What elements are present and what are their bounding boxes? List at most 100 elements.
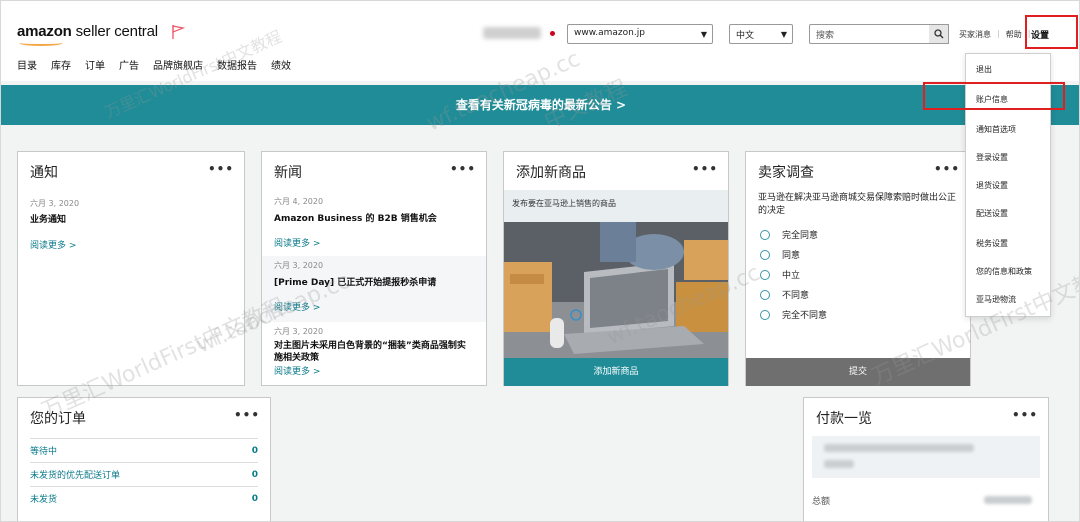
- logo-product: seller central: [71, 23, 158, 40]
- caret-down-icon: ▼: [780, 30, 787, 39]
- logo-brand: amazon: [17, 23, 72, 40]
- nav-item-advertising[interactable]: 广告: [119, 57, 139, 72]
- language-value: 中文: [736, 31, 755, 41]
- radio-button[interactable]: [760, 229, 770, 240]
- news-item: 六月 3, 2020 [Prime Day] 已正式开始提报秒杀申请 阅读更多 …: [262, 256, 486, 322]
- card-menu-button[interactable]: •••: [934, 162, 960, 176]
- notice-date: 六月 3, 2020: [30, 199, 80, 208]
- menu-item-info-and-policies[interactable]: 您的信息和政策: [976, 266, 1032, 277]
- menu-item-logout[interactable]: 退出: [976, 64, 992, 75]
- language-select[interactable]: 中文 ▼: [729, 24, 793, 44]
- menu-item-notification-preferences[interactable]: 通知首选项: [976, 124, 1016, 135]
- order-row-label: 未发货的优先配送订单: [30, 471, 121, 481]
- order-row[interactable]: 未发货的优先配送订单 0: [30, 462, 258, 486]
- survey-option[interactable]: 同意: [760, 248, 800, 261]
- survey-option-label: 完全不同意: [782, 311, 828, 321]
- add-product-button[interactable]: 添加新商品: [504, 358, 728, 386]
- payments-title: 付款一览: [816, 411, 872, 427]
- nav-item-performance[interactable]: 绩效: [271, 57, 291, 72]
- menu-item-tax-settings[interactable]: 税务设置: [976, 238, 1008, 249]
- news-item: 六月 3, 2020 对主图片未采用白色背景的“捆装”类商品强制实施相关政策 阅…: [262, 322, 486, 381]
- order-row-count: 0: [251, 445, 258, 456]
- menu-item-login-settings[interactable]: 登录设置: [976, 152, 1008, 163]
- order-row[interactable]: 等待中 0: [30, 438, 258, 462]
- orders-title: 您的订单: [30, 411, 86, 427]
- news-read-more-link[interactable]: 阅读更多 >: [274, 300, 474, 313]
- card-menu-button[interactable]: •••: [692, 162, 718, 176]
- account-info-highlight-box: [923, 82, 1065, 110]
- buyer-messages-link[interactable]: 买家消息: [959, 29, 991, 40]
- radio-button[interactable]: [760, 289, 770, 300]
- order-row-label: 未发货: [30, 495, 58, 505]
- news-item: 六月 4, 2020 Amazon Business 的 B2B 销售机会 阅读…: [262, 192, 486, 253]
- caret-down-icon: ▼: [700, 30, 707, 39]
- news-title: 新闻: [274, 165, 302, 181]
- help-link[interactable]: 帮助: [1006, 29, 1022, 40]
- marketplace-value: www.amazon.jp: [574, 28, 645, 38]
- notice-headline: 业务通知: [30, 215, 67, 225]
- flag-icon[interactable]: [171, 24, 185, 40]
- news-read-more-link[interactable]: 阅读更多 >: [274, 236, 474, 249]
- search-icon: [934, 29, 944, 39]
- survey-title: 卖家调查: [758, 165, 814, 181]
- radio-button[interactable]: [760, 249, 770, 260]
- nav-item-reports[interactable]: 数据报告: [217, 57, 257, 72]
- nav-item-stores[interactable]: 品牌旗舰店: [153, 57, 203, 72]
- search-button[interactable]: [929, 24, 949, 44]
- seller-survey-card: 卖家调查 ••• 亚马逊在解决亚马逊商城交易保障索赔时做出公正的决定 完全同意 …: [745, 151, 971, 386]
- settings-highlight-box: [1025, 15, 1078, 49]
- add-product-card: 添加新商品 ••• 发布要在亚马逊上销售的商品 添加新商品: [503, 151, 729, 386]
- nav-item-catalog[interactable]: 目录: [17, 57, 37, 72]
- survey-option-label: 不同意: [782, 291, 810, 301]
- radio-button[interactable]: [760, 309, 770, 320]
- news-date: 六月 4, 2020: [274, 197, 324, 206]
- nav-item-inventory[interactable]: 库存: [51, 57, 71, 72]
- news-headline: 对主图片未采用白色背景的“捆装”类商品强制实施相关政策: [274, 341, 466, 363]
- menu-item-shipping-settings[interactable]: 配送设置: [976, 208, 1008, 219]
- survey-option[interactable]: 完全不同意: [760, 308, 827, 321]
- covid-announcement-banner[interactable]: 查看有关新冠病毒的最新公告 >: [1, 85, 1079, 125]
- add-product-description: 发布要在亚马逊上销售的商品: [504, 190, 728, 222]
- blurred-line: [824, 460, 854, 468]
- search-input[interactable]: 搜索: [809, 24, 949, 44]
- header: amazon seller central 目录 库存 订单 广告 品牌旗舰店 …: [1, 1, 1079, 81]
- amazon-seller-central-logo[interactable]: amazon seller central: [17, 23, 158, 46]
- news-headline: [Prime Day] 已正式开始提报秒杀申请: [274, 278, 437, 288]
- payments-blurred-info: [812, 436, 1040, 478]
- survey-option[interactable]: 不同意: [760, 288, 809, 301]
- nav-item-orders[interactable]: 订单: [85, 57, 105, 72]
- notification-dot: [550, 31, 555, 36]
- marketplace-select[interactable]: www.amazon.jp ▼: [567, 24, 713, 44]
- search-placeholder: 搜索: [816, 31, 835, 41]
- order-row[interactable]: 未发货 0: [30, 486, 258, 510]
- divider: |: [997, 29, 1000, 38]
- card-menu-button[interactable]: •••: [208, 162, 234, 176]
- card-menu-button[interactable]: •••: [450, 162, 476, 176]
- news-headline: Amazon Business 的 B2B 销售机会: [274, 214, 437, 224]
- payments-summary-card: 付款一览 ••• 总额: [803, 397, 1049, 521]
- survey-submit-button[interactable]: 提交: [746, 358, 970, 386]
- radio-button[interactable]: [760, 269, 770, 280]
- menu-item-return-settings[interactable]: 退货设置: [976, 180, 1008, 191]
- news-date: 六月 3, 2020: [274, 261, 324, 270]
- news-read-more-link[interactable]: 阅读更多 >: [274, 364, 474, 377]
- survey-option-label: 同意: [782, 251, 801, 261]
- order-row-count: 0: [251, 469, 258, 480]
- add-product-title: 添加新商品: [516, 165, 586, 181]
- main-nav: 目录 库存 订单 广告 品牌旗舰店 数据报告 绩效: [17, 57, 291, 72]
- order-row-count: 0: [251, 493, 258, 504]
- survey-option[interactable]: 完全同意: [760, 228, 818, 241]
- laptop-packages-illustration: [504, 222, 728, 358]
- menu-item-fba[interactable]: 亚马逊物流: [976, 294, 1016, 305]
- survey-option[interactable]: 中立: [760, 268, 800, 281]
- card-menu-button[interactable]: •••: [234, 408, 260, 422]
- notice-title: 通知: [30, 165, 58, 181]
- order-row-label: 等待中: [30, 447, 58, 457]
- news-date: 六月 3, 2020: [274, 327, 324, 336]
- survey-question: 亚马逊在解决亚马逊商城交易保障索赔时做出公正的决定: [758, 193, 957, 216]
- orders-card: 您的订单 ••• 等待中 0 未发货的优先配送订单 0 未发货 0: [17, 397, 271, 521]
- seller-laptop-photo: [504, 222, 728, 358]
- card-menu-button[interactable]: •••: [1012, 408, 1038, 422]
- notice-read-more-link[interactable]: 阅读更多 >: [30, 238, 76, 251]
- blurred-account-name: [483, 27, 541, 39]
